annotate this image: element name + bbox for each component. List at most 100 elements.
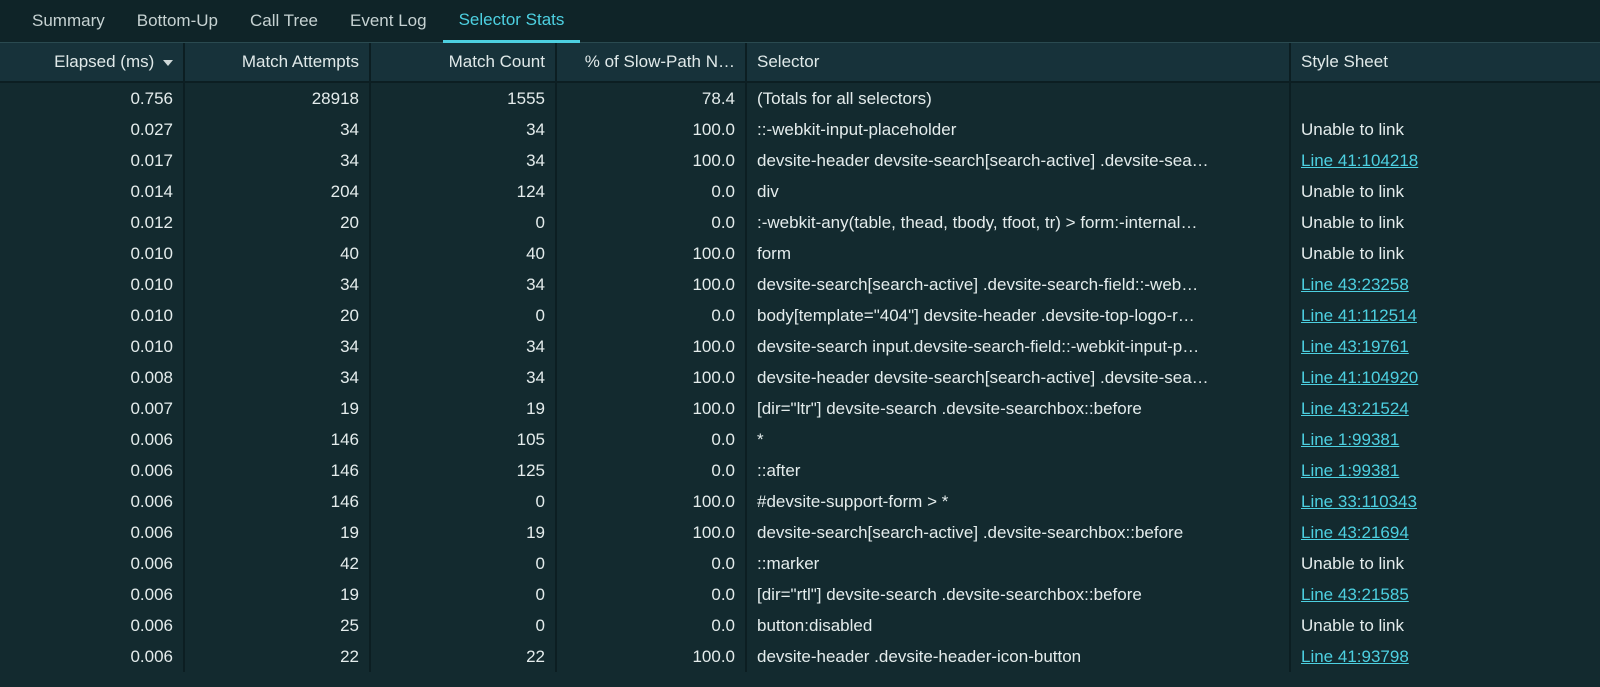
tab-selector-stats[interactable]: Selector Stats <box>443 0 581 43</box>
cell-elapsed: 0.010 <box>0 331 184 362</box>
cell-match-count: 40 <box>370 238 556 269</box>
cell-style-sheet: Unable to link <box>1290 238 1600 269</box>
style-sheet-link[interactable]: Line 43:21524 <box>1301 399 1409 418</box>
cell-selector: button:disabled <box>746 610 1290 641</box>
table-row[interactable]: 0.0103434100.0devsite-search input.devsi… <box>0 331 1600 362</box>
cell-style-sheet: Unable to link <box>1290 176 1600 207</box>
cell-match-count: 0 <box>370 610 556 641</box>
table-row[interactable]: 0.0103434100.0devsite-search[search-acti… <box>0 269 1600 300</box>
table-row[interactable]: 0.0071919100.0[dir="ltr"] devsite-search… <box>0 393 1600 424</box>
cell-elapsed: 0.014 <box>0 176 184 207</box>
table-row[interactable]: 0.0064200.0::markerUnable to link <box>0 548 1600 579</box>
cell-elapsed: 0.006 <box>0 548 184 579</box>
cell-match-attempts: 19 <box>184 579 370 610</box>
table-row[interactable]: 0.0142041240.0divUnable to link <box>0 176 1600 207</box>
cell-match-attempts: 34 <box>184 145 370 176</box>
cell-selector: ::marker <box>746 548 1290 579</box>
style-sheet-link[interactable]: Line 1:99381 <box>1301 430 1399 449</box>
table-row[interactable]: 0.0061919100.0devsite-search[search-acti… <box>0 517 1600 548</box>
tab-event-log[interactable]: Event Log <box>334 0 443 43</box>
cell-match-attempts: 146 <box>184 486 370 517</box>
cell-slow-path: 0.0 <box>556 424 746 455</box>
cell-match-attempts: 146 <box>184 455 370 486</box>
table-row[interactable]: 0.0062222100.0devsite-header .devsite-he… <box>0 641 1600 672</box>
style-sheet-link[interactable]: Line 41:93798 <box>1301 647 1409 666</box>
cell-selector: body[template="404"] devsite-header .dev… <box>746 300 1290 331</box>
cell-elapsed: 0.006 <box>0 579 184 610</box>
tab-bottom-up[interactable]: Bottom-Up <box>121 0 234 43</box>
cell-match-attempts: 42 <box>184 548 370 579</box>
cell-match-attempts: 40 <box>184 238 370 269</box>
column-header-elapsed[interactable]: Elapsed (ms) <box>0 43 184 82</box>
cell-slow-path: 100.0 <box>556 486 746 517</box>
column-header-match-attempts[interactable]: Match Attempts <box>184 43 370 82</box>
style-sheet-link[interactable]: Line 43:19761 <box>1301 337 1409 356</box>
cell-match-attempts: 20 <box>184 207 370 238</box>
style-sheet-link[interactable]: Line 41:112514 <box>1301 306 1417 325</box>
cell-slow-path: 100.0 <box>556 114 746 145</box>
cell-match-count: 34 <box>370 331 556 362</box>
selector-stats-table: Elapsed (ms) Match Attempts Match Count … <box>0 43 1600 672</box>
table-row[interactable]: 0.0122000.0:-webkit-any(table, thead, tb… <box>0 207 1600 238</box>
cell-style-sheet: Line 41:104218 <box>1290 145 1600 176</box>
cell-match-count: 105 <box>370 424 556 455</box>
cell-slow-path: 0.0 <box>556 207 746 238</box>
cell-style-sheet: Line 1:99381 <box>1290 455 1600 486</box>
cell-elapsed: 0.008 <box>0 362 184 393</box>
cell-selector: devsite-header devsite-search[search-act… <box>746 145 1290 176</box>
table-row[interactable]: 0.0062500.0button:disabledUnable to link <box>0 610 1600 641</box>
cell-style-sheet: Line 41:104920 <box>1290 362 1600 393</box>
cell-elapsed: 0.027 <box>0 114 184 145</box>
table-row[interactable]: 0.75628918155578.4(Totals for all select… <box>0 82 1600 114</box>
cell-match-attempts: 20 <box>184 300 370 331</box>
style-sheet-link[interactable]: Line 43:23258 <box>1301 275 1409 294</box>
cell-selector: ::-webkit-input-placeholder <box>746 114 1290 145</box>
cell-selector: devsite-header devsite-search[search-act… <box>746 362 1290 393</box>
style-sheet-link[interactable]: Line 41:104920 <box>1301 368 1418 387</box>
cell-selector: devsite-header .devsite-header-icon-butt… <box>746 641 1290 672</box>
table-row[interactable]: 0.0061460100.0#devsite-support-form > *L… <box>0 486 1600 517</box>
cell-style-sheet: Line 43:21524 <box>1290 393 1600 424</box>
cell-match-count: 19 <box>370 393 556 424</box>
style-sheet-link[interactable]: Line 43:21694 <box>1301 523 1409 542</box>
column-header-label: Elapsed (ms) <box>54 52 154 71</box>
column-header-match-count[interactable]: Match Count <box>370 43 556 82</box>
table-row[interactable]: 0.0102000.0body[template="404"] devsite-… <box>0 300 1600 331</box>
table-row[interactable]: 0.0061461250.0::afterLine 1:99381 <box>0 455 1600 486</box>
table-row[interactable]: 0.0273434100.0::-webkit-input-placeholde… <box>0 114 1600 145</box>
table-row[interactable]: 0.0061900.0[dir="rtl"] devsite-search .d… <box>0 579 1600 610</box>
cell-match-count: 0 <box>370 207 556 238</box>
cell-match-count: 34 <box>370 362 556 393</box>
cell-elapsed: 0.006 <box>0 455 184 486</box>
cell-selector: :-webkit-any(table, thead, tbody, tfoot,… <box>746 207 1290 238</box>
table-row[interactable]: 0.0173434100.0devsite-header devsite-sea… <box>0 145 1600 176</box>
cell-style-sheet: Line 1:99381 <box>1290 424 1600 455</box>
cell-elapsed: 0.012 <box>0 207 184 238</box>
cell-selector: devsite-search[search-active] .devsite-s… <box>746 269 1290 300</box>
cell-slow-path: 0.0 <box>556 300 746 331</box>
column-header-slow-path[interactable]: % of Slow-Path N… <box>556 43 746 82</box>
cell-elapsed: 0.017 <box>0 145 184 176</box>
style-sheet-link[interactable]: Line 1:99381 <box>1301 461 1399 480</box>
tab-summary[interactable]: Summary <box>16 0 121 43</box>
cell-elapsed: 0.006 <box>0 517 184 548</box>
table-row[interactable]: 0.0104040100.0formUnable to link <box>0 238 1600 269</box>
cell-elapsed: 0.006 <box>0 486 184 517</box>
style-sheet-link[interactable]: Line 43:21585 <box>1301 585 1409 604</box>
column-header-selector[interactable]: Selector <box>746 43 1290 82</box>
table-row[interactable]: 0.0083434100.0devsite-header devsite-sea… <box>0 362 1600 393</box>
style-sheet-link[interactable]: Line 33:110343 <box>1301 492 1417 511</box>
cell-elapsed: 0.010 <box>0 238 184 269</box>
column-header-style-sheet[interactable]: Style Sheet <box>1290 43 1600 82</box>
table-row[interactable]: 0.0061461050.0*Line 1:99381 <box>0 424 1600 455</box>
tab-bar: Summary Bottom-Up Call Tree Event Log Se… <box>0 0 1600 43</box>
tab-call-tree[interactable]: Call Tree <box>234 0 334 43</box>
cell-match-attempts: 19 <box>184 517 370 548</box>
cell-match-attempts: 34 <box>184 269 370 300</box>
cell-style-sheet: Unable to link <box>1290 548 1600 579</box>
style-sheet-link[interactable]: Line 41:104218 <box>1301 151 1418 170</box>
cell-selector: [dir="rtl"] devsite-search .devsite-sear… <box>746 579 1290 610</box>
cell-match-count: 1555 <box>370 82 556 114</box>
cell-selector: devsite-search[search-active] .devsite-s… <box>746 517 1290 548</box>
sort-descending-icon <box>163 60 173 66</box>
